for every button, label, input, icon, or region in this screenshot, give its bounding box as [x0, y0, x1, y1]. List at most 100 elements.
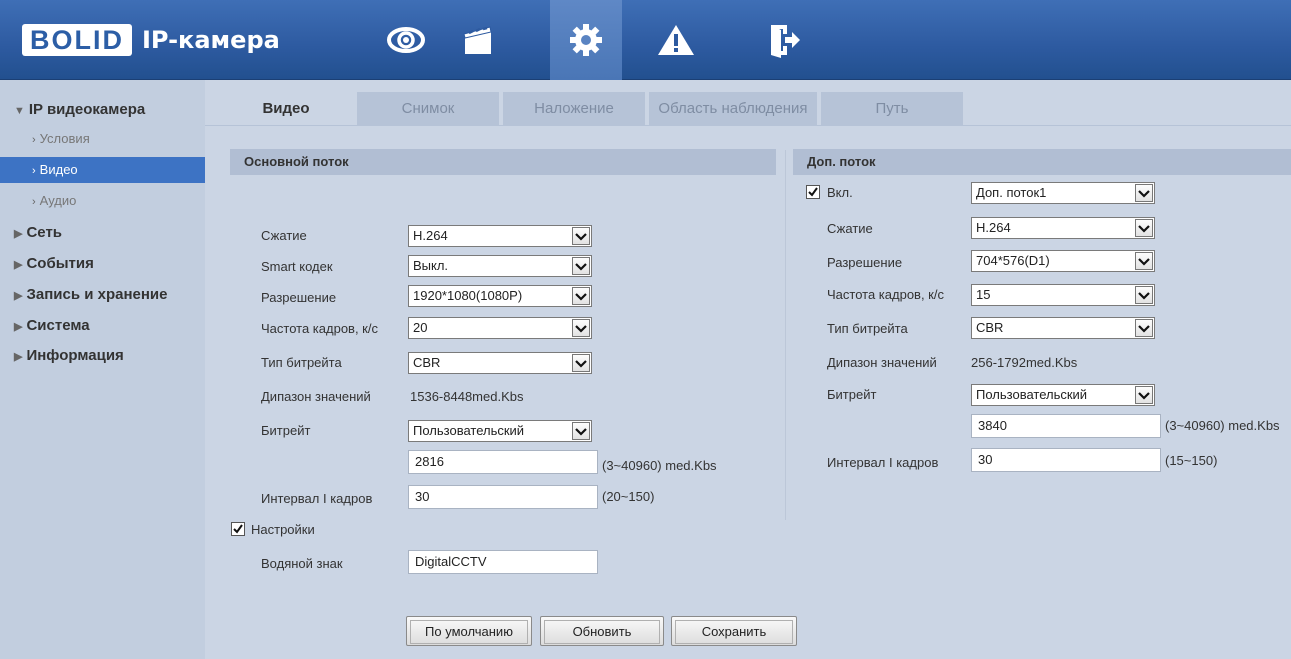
settings-checkbox[interactable] [231, 522, 245, 536]
sub-compression-label: Сжатие [827, 221, 873, 236]
chevron-down-icon [572, 422, 590, 440]
bitrate-type-select[interactable]: CBR [408, 352, 592, 374]
chevron-down-icon [1135, 386, 1153, 404]
sidebar-item-label: Сеть [26, 224, 63, 241]
logo-mark: BOLID [22, 24, 132, 56]
nav-playback[interactable] [442, 0, 514, 80]
sidebar-item-storage[interactable]: ▶ Запись и хранение [0, 282, 205, 308]
sub-stream-select[interactable]: Доп. поток1 [971, 182, 1155, 204]
nav-alarm[interactable] [640, 0, 712, 80]
bitrate-input[interactable]: 2816 [408, 450, 598, 474]
chevron-down-icon [1135, 319, 1153, 337]
sub-resolution-label: Разрешение [827, 255, 903, 270]
tab-path[interactable]: Путь [821, 92, 963, 125]
sub-bitrate-type-value: CBR [976, 320, 1004, 335]
triangle-right-icon: ▶ [14, 290, 23, 302]
sub-range-value: 256-1792med.Kbs [971, 355, 1078, 370]
sub-range-label: Дипазон значений [827, 355, 937, 370]
sidebar-item-network[interactable]: ▶ Сеть [0, 220, 205, 246]
sub-fps-value: 15 [976, 287, 991, 302]
fps-value: 20 [413, 320, 428, 335]
chevron-down-icon [1135, 252, 1153, 270]
sub-iframe-hint: (15~150) [1165, 453, 1218, 468]
sub-enable-checkbox[interactable] [806, 185, 820, 199]
resolution-select[interactable]: 1920*1080(1080P) [408, 285, 592, 307]
sidebar-item-label: Запись и хранение [26, 286, 168, 303]
sidebar-item-system[interactable]: ▶ Система [0, 313, 205, 339]
iframe-input[interactable]: 30 [408, 485, 598, 509]
smart-codec-value: Выкл. [413, 258, 449, 273]
gear-icon [570, 24, 602, 56]
tab-overlay[interactable]: Наложение [503, 92, 645, 125]
bitrate-label: Битрейт [261, 423, 311, 438]
chevron-down-icon [572, 227, 590, 245]
sub-bitrate-type-select[interactable]: CBR [971, 317, 1155, 339]
tab-snapshot[interactable]: Снимок [357, 92, 499, 125]
settings-label: Настройки [251, 522, 315, 537]
sidebar-item-label: События [26, 255, 94, 272]
sub-resolution-value: 704*576(D1) [976, 253, 1050, 268]
triangle-right-icon: ▶ [14, 351, 23, 363]
column-divider [785, 150, 786, 520]
chevron-down-icon [1135, 184, 1153, 202]
sub-bitrate-input[interactable]: 3840 [971, 414, 1161, 438]
sidebar-item-events[interactable]: ▶ События [0, 251, 205, 277]
compression-label: Сжатие [261, 228, 307, 243]
sub-fps-label: Частота кадров, к/с [827, 287, 944, 302]
nav-settings[interactable] [550, 0, 622, 80]
sidebar-item-conditions[interactable]: › Условия [0, 126, 205, 152]
triangle-right-icon: ▶ [14, 228, 23, 240]
fps-select[interactable]: 20 [408, 317, 592, 339]
triangle-right-icon: ▶ [14, 321, 23, 333]
chevron-down-icon [572, 319, 590, 337]
sub-enable-label: Вкл. [827, 185, 853, 200]
sub-fps-select[interactable]: 15 [971, 284, 1155, 306]
sub-compression-select[interactable]: H.264 [971, 217, 1155, 239]
default-button-label: По умолчанию [410, 620, 528, 644]
bitrate-mode-select[interactable]: Пользовательский [408, 420, 592, 442]
fps-label: Частота кадров, к/с [261, 321, 378, 336]
resolution-label: Разрешение [261, 290, 337, 305]
nav-logout[interactable] [748, 0, 820, 80]
eye-icon [387, 27, 425, 53]
bitrate-hint: (3~40960) med.Kbs [602, 458, 717, 473]
sidebar-item-label: Система [26, 317, 90, 334]
chevron-right-icon: › [32, 134, 36, 146]
sidebar-item-label: Условия [39, 131, 90, 146]
iframe-label: Интервал I кадров [261, 491, 373, 506]
sub-bitrate-hint: (3~40960) med.Kbs [1165, 418, 1280, 433]
sidebar-item-video[interactable]: › Видео [0, 157, 205, 183]
sub-compression-value: H.264 [976, 220, 1011, 235]
refresh-button-label: Обновить [544, 620, 660, 644]
tab-area[interactable]: Область наблюдения [649, 92, 817, 125]
sub-stream-header: Доп. поток [793, 149, 1291, 175]
warning-icon [658, 25, 694, 55]
checkmark-icon [808, 187, 818, 197]
sidebar-item-ip-camera[interactable]: ▼ IP видеокамера [0, 97, 205, 123]
nav-live-view[interactable] [370, 0, 442, 80]
compression-select[interactable]: H.264 [408, 225, 592, 247]
chevron-down-icon [572, 287, 590, 305]
sub-bitrate-label: Битрейт [827, 387, 877, 402]
sub-iframe-input[interactable]: 30 [971, 448, 1161, 472]
sub-stream-value: Доп. поток1 [976, 185, 1047, 200]
compression-value: H.264 [413, 228, 448, 243]
refresh-button[interactable]: Обновить [540, 616, 664, 646]
chevron-right-icon: › [32, 196, 36, 208]
logo: BOLID IP-камера [22, 22, 280, 58]
chevron-down-icon [572, 257, 590, 275]
bitrate-type-label: Тип битрейта [261, 355, 342, 370]
tab-underline [205, 125, 1291, 126]
bitrate-mode-value: Пользовательский [413, 423, 525, 438]
sub-resolution-select[interactable]: 704*576(D1) [971, 250, 1155, 272]
tab-video[interactable]: Видео [215, 92, 357, 125]
sidebar-item-audio[interactable]: › Аудио [0, 188, 205, 214]
sub-bitrate-mode-select[interactable]: Пользовательский [971, 384, 1155, 406]
top-bar: BOLID IP-камера [0, 0, 1291, 80]
default-button[interactable]: По умолчанию [406, 616, 532, 646]
resolution-value: 1920*1080(1080P) [413, 288, 523, 303]
sidebar-item-info[interactable]: ▶ Информация [0, 343, 205, 369]
smart-codec-select[interactable]: Выкл. [408, 255, 592, 277]
watermark-input[interactable]: DigitalCCTV [408, 550, 598, 574]
save-button[interactable]: Сохранить [671, 616, 797, 646]
